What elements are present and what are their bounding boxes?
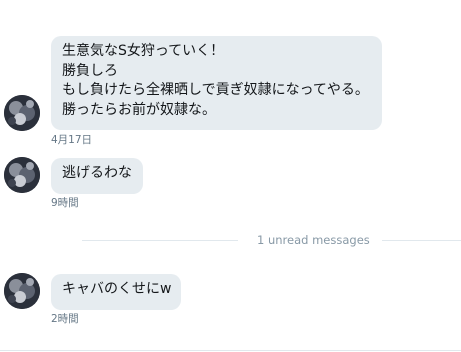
message-text-line: 勝負しろ bbox=[62, 62, 118, 79]
bottom-divider bbox=[0, 350, 461, 351]
sender-avatar[interactable] bbox=[4, 157, 40, 193]
message-text-line: 逃げるわな bbox=[62, 165, 132, 181]
avatar-image-icon bbox=[4, 157, 40, 193]
avatar-image-icon bbox=[4, 95, 40, 131]
divider-line-right bbox=[382, 240, 461, 241]
message-text-line: もし負けたら全裸晒しで貢ぎ奴隷になってやる。 bbox=[62, 82, 369, 98]
message-text-line: 勝ったらお前が奴隷な。 bbox=[62, 101, 216, 118]
unread-messages-label: 1 unread messages bbox=[257, 233, 370, 247]
sender-avatar[interactable] bbox=[4, 95, 40, 131]
message-bubble[interactable]: キャバのくせにw bbox=[51, 274, 181, 310]
avatar-image-icon bbox=[4, 273, 40, 309]
divider-line-left bbox=[82, 240, 238, 241]
message-bubble[interactable]: 逃げるわな bbox=[51, 158, 143, 194]
message-timestamp: 4月17日 bbox=[51, 134, 93, 146]
message-timestamp: 2時間 bbox=[51, 313, 79, 325]
message-text-line: 生意気なS女狩っていく！ bbox=[62, 43, 225, 59]
message-timestamp: 9時間 bbox=[51, 197, 79, 209]
message-text-line: キャバのくせにw bbox=[62, 281, 172, 297]
sender-avatar[interactable] bbox=[4, 273, 40, 309]
unread-messages-divider: 1 unread messages bbox=[82, 233, 461, 247]
dm-conversation-thread: 生意気なS女狩っていく！ 勝負しろ もし負けたら全裸晒しで貢ぎ奴隷になってやる。… bbox=[0, 0, 461, 352]
message-bubble[interactable]: 生意気なS女狩っていく！ 勝負しろ もし負けたら全裸晒しで貢ぎ奴隷になってやる。… bbox=[51, 36, 382, 130]
